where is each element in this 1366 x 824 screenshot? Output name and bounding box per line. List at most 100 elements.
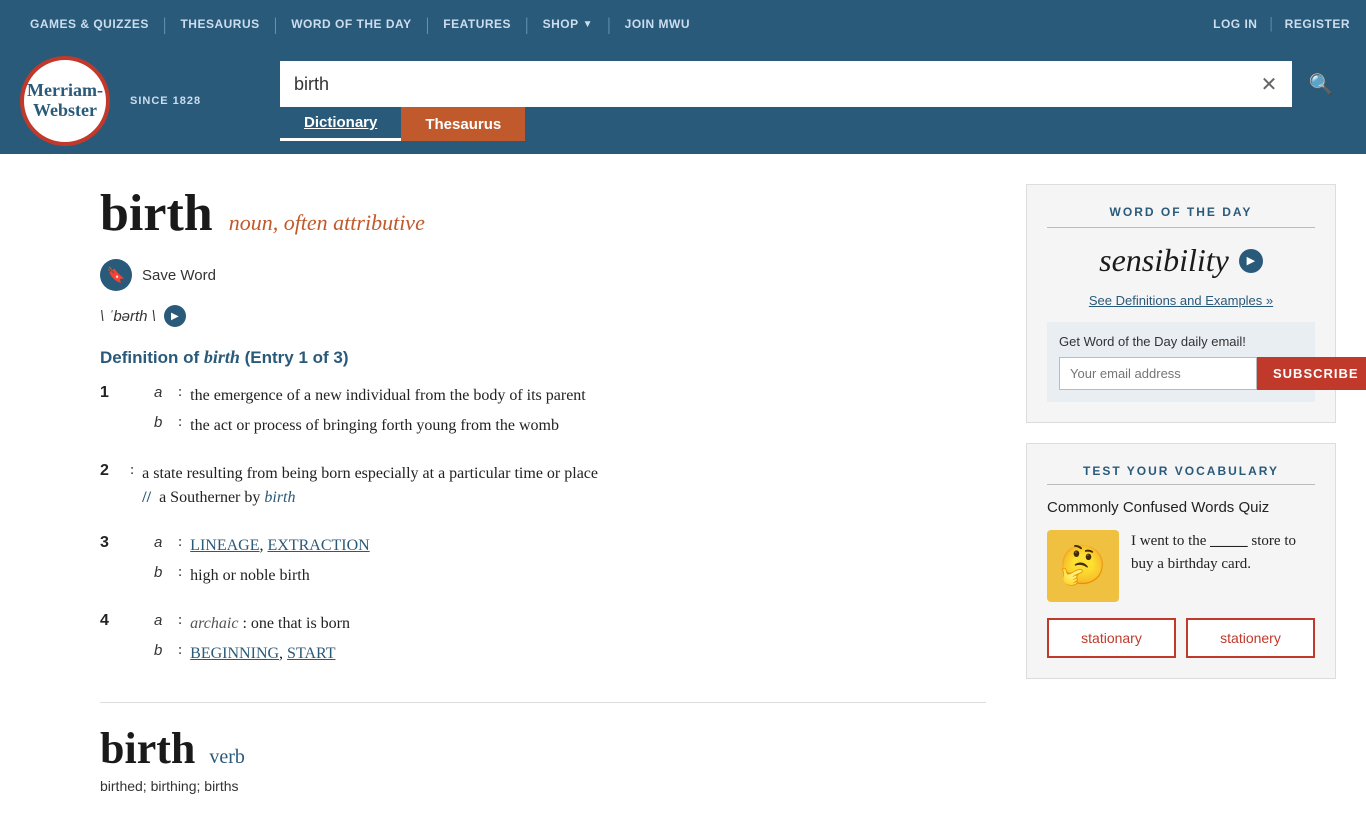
wotd-divider <box>1047 227 1315 228</box>
def-colon-3b: : <box>178 564 182 581</box>
wotd-word-text[interactable]: sensibility <box>1099 242 1229 279</box>
definition-block-1: 1 a : the emergence of a new individual … <box>100 384 986 444</box>
thinking-emoji: 🤔 <box>1059 544 1106 588</box>
def-num-4: 4 <box>100 612 118 630</box>
quiz-option-stationary[interactable]: stationary <box>1047 618 1176 658</box>
logo[interactable]: Merriam- Webster <box>20 56 110 146</box>
email-label: Get Word of the Day daily email! <box>1059 334 1303 349</box>
def-colon-1b: : <box>178 414 182 431</box>
vocab-image: 🤔 <box>1047 530 1119 602</box>
email-section: Get Word of the Day daily email! SUBSCRI… <box>1047 322 1315 402</box>
def-letter-1a: a <box>154 384 170 401</box>
definition-block-2: 2 : a state resulting from being born es… <box>100 462 986 516</box>
vocab-divider <box>1047 484 1315 485</box>
register-link[interactable]: REGISTER <box>1285 17 1350 31</box>
audio-icon[interactable]: ▶ <box>164 305 186 327</box>
search-button[interactable]: 🔍 <box>1292 61 1350 107</box>
vocab-quiz-title: Commonly Confused Words Quiz <box>1047 499 1315 516</box>
def-colon-4a: : <box>178 612 182 629</box>
nav-link-games[interactable]: GAMES & QUIZZES <box>16 17 163 31</box>
extraction-link[interactable]: EXTRACTION <box>267 537 369 554</box>
wotd-audio-button[interactable]: ▶ <box>1239 249 1263 273</box>
top-navigation: GAMES & QUIZZES | THESAURUS | WORD OF TH… <box>0 0 1366 48</box>
sidebar: WORD OF THE DAY sensibility ▶ See Defini… <box>1026 184 1336 794</box>
logo-area: Merriam- Webster SINCE 1828 <box>0 48 280 154</box>
play-icon: ▶ <box>171 311 179 322</box>
def-text-3b: high or noble birth <box>190 564 310 588</box>
logo-text: Merriam- Webster <box>27 81 103 121</box>
chevron-down-icon: ▼ <box>583 19 593 30</box>
tab-thesaurus[interactable]: Thesaurus <box>401 107 525 141</box>
save-word-label[interactable]: Save Word <box>142 267 216 284</box>
word-pos: noun, often attributive <box>229 210 425 236</box>
wotd-see-more-link[interactable]: See Definitions and Examples » <box>1047 293 1315 308</box>
pronunciation: \ ˈbərth \ ▶ <box>100 305 986 327</box>
vocab-card: TEST YOUR VOCABULARY Commonly Confused W… <box>1026 443 1336 679</box>
bookmark-icon[interactable]: 🔖 <box>100 259 132 291</box>
vocab-sentence: I went to the _____ store to buy a birth… <box>1131 530 1315 575</box>
play-icon: ▶ <box>1247 254 1255 267</box>
nav-link-shop[interactable]: SHOP ▼ <box>529 17 607 31</box>
def-num-row-2: 2 : a state resulting from being born es… <box>100 462 986 516</box>
quiz-options: stationary stationery <box>1047 618 1315 658</box>
tab-dictionary[interactable]: Dictionary <box>280 107 401 141</box>
nav-links: GAMES & QUIZZES | THESAURUS | WORD OF TH… <box>16 14 1213 35</box>
word-title: birth <box>100 184 213 243</box>
definition-block-4: 4 a : archaic : one that is born b : <box>100 612 986 672</box>
lineage-link[interactable]: LINEAGE <box>190 537 259 554</box>
wotd-card: WORD OF THE DAY sensibility ▶ See Defini… <box>1026 184 1336 423</box>
def-text-2: a state resulting from being born especi… <box>142 465 598 482</box>
quiz-option-stationery[interactable]: stationery <box>1186 618 1315 658</box>
def-num-1: 1 <box>100 384 118 402</box>
double-slash-2: // <box>142 489 151 506</box>
search-area: ✕ 🔍 Dictionary Thesaurus <box>280 61 1350 141</box>
def-colon-4b: : <box>178 642 182 659</box>
def-letter-3a: a <box>154 534 170 551</box>
search-clear-button[interactable]: ✕ <box>1246 61 1292 107</box>
bookmark-symbol: 🔖 <box>107 266 126 285</box>
def-example-link-2[interactable]: birth <box>264 489 295 506</box>
search-icon: 🔍 <box>1309 72 1334 97</box>
def-example-2: a Southerner by birth <box>159 489 295 506</box>
def-text-4a: archaic : one that is born <box>190 612 350 636</box>
beginning-link[interactable]: BEGINNING <box>190 645 279 662</box>
def-sub-1a: a : the emergence of a new individual fr… <box>130 384 986 408</box>
pronunciation-text: \ ˈbərth \ <box>100 308 156 325</box>
subscribe-button[interactable]: SUBSCRIBE <box>1257 357 1366 390</box>
def-num-row-4: 4 a : archaic : one that is born b : <box>100 612 986 672</box>
archaic-label: archaic <box>190 615 238 632</box>
def-colon-1a: : <box>178 384 182 401</box>
def-num-row-3: 3 a : LINEAGE, EXTRACTION b : high or no… <box>100 534 986 594</box>
definition-entry: (Entry 1 of 3) <box>245 348 349 367</box>
nav-link-wotd[interactable]: WORD OF THE DAY <box>277 17 425 31</box>
def-letter-3b: b <box>154 564 170 581</box>
def-num-3: 3 <box>100 534 118 552</box>
nav-link-thesaurus[interactable]: THESAURUS <box>166 17 273 31</box>
vocab-label: TEST YOUR VOCABULARY <box>1047 464 1315 478</box>
def-text-3a: LINEAGE, EXTRACTION <box>190 534 370 558</box>
email-input[interactable] <box>1059 357 1257 390</box>
definition-word: birth <box>204 347 240 367</box>
def-text-1b: the act or process of bringing forth you… <box>190 414 559 438</box>
email-row: SUBSCRIBE <box>1059 357 1303 390</box>
auth-divider: | <box>1269 15 1272 33</box>
nav-link-features[interactable]: FEATURES <box>429 17 525 31</box>
second-entry: birth verb birthed; birthing; births <box>100 702 986 794</box>
wotd-word: sensibility ▶ <box>1047 242 1315 279</box>
def-text-1a: the emergence of a new individual from t… <box>190 384 586 408</box>
nav-link-join[interactable]: JOIN MWU <box>611 17 704 31</box>
def-sub-4b: b : BEGINNING, START <box>130 642 986 666</box>
def-text-4b: BEGINNING, START <box>190 642 335 666</box>
save-word-row: 🔖 Save Word <box>100 259 986 291</box>
def-main-2: : a state resulting from being born espe… <box>130 462 986 516</box>
login-link[interactable]: LOG IN <box>1213 17 1257 31</box>
definition-heading: Definition of birth (Entry 1 of 3) <box>100 347 986 368</box>
definition-block-3: 3 a : LINEAGE, EXTRACTION b : high or no… <box>100 534 986 594</box>
main-layout: birth noun, often attributive 🔖 Save Wor… <box>0 154 1366 824</box>
start-link[interactable]: START <box>287 645 335 662</box>
def-colon-2: : <box>130 462 134 479</box>
entry2-pos: verb <box>209 746 245 769</box>
search-input[interactable] <box>280 61 1246 107</box>
def-sub-2: : a state resulting from being born espe… <box>130 462 986 510</box>
def-sub-3a: a : LINEAGE, EXTRACTION <box>130 534 986 558</box>
